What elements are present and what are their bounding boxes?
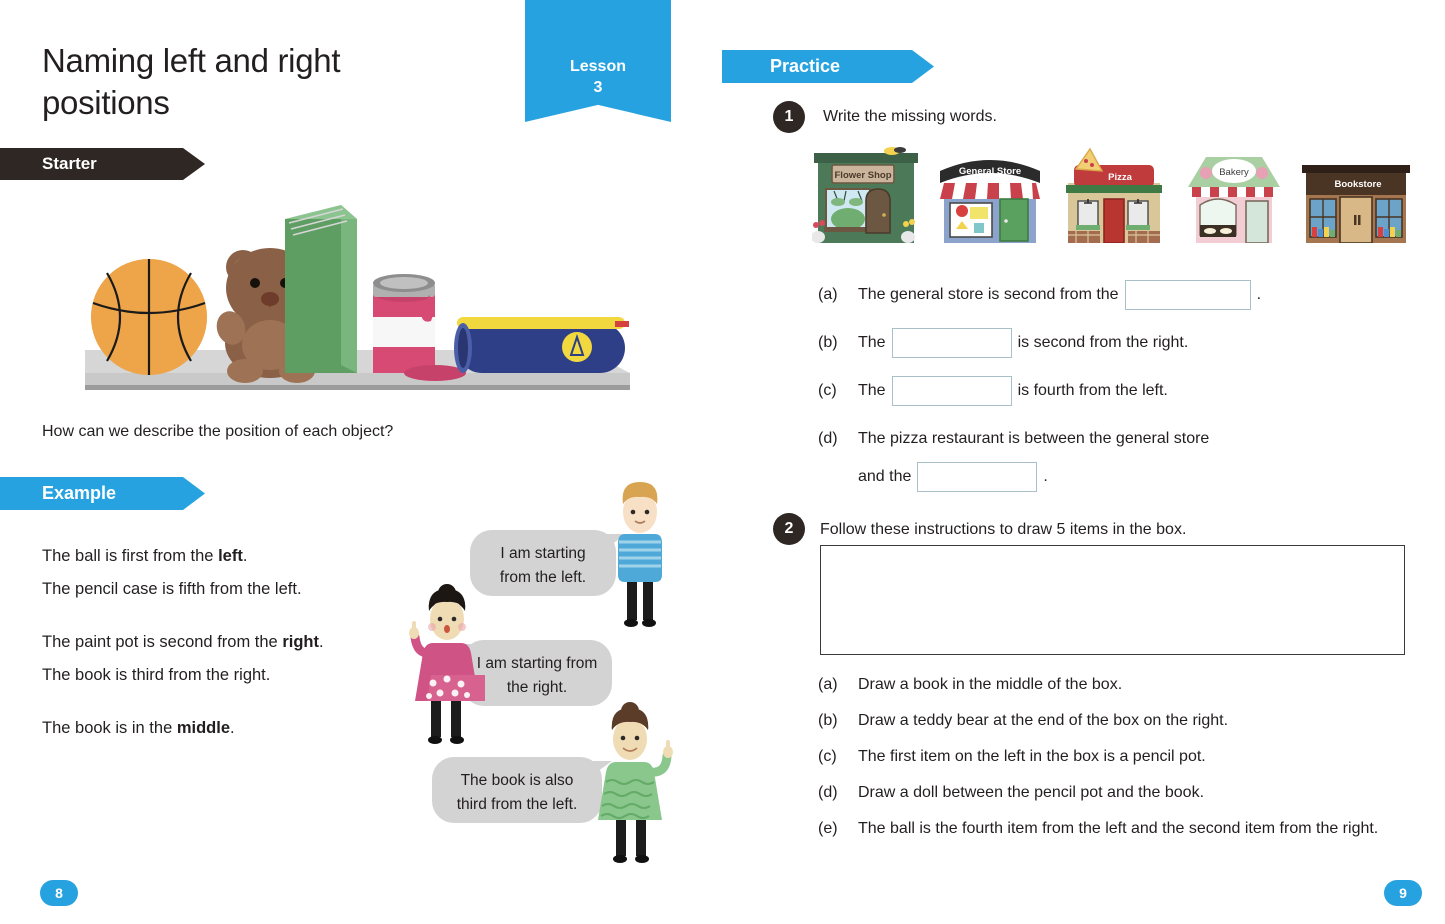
question-2-prompt: Follow these instructions to draw 5 item… xyxy=(820,521,1187,538)
shop-label-flower-shop: Flower Shop xyxy=(835,170,892,181)
part-label-b: (b) xyxy=(818,334,838,351)
part-c-text-before: The xyxy=(858,382,886,399)
instruction-c: (c) The first item on the left in the bo… xyxy=(818,744,1398,769)
lesson-ribbon-word: Lesson xyxy=(569,58,626,75)
instruction-text-d: Draw a doll between the pencil pot and t… xyxy=(858,784,1205,801)
example-line-1: The ball is first from the left. xyxy=(42,547,248,565)
part-label-a: (a) xyxy=(818,286,838,303)
shop-general-store: General Store xyxy=(936,145,1044,248)
instruction-text-c: The first item on the left in the box is… xyxy=(858,748,1206,765)
part-b-text-before: The xyxy=(858,334,886,351)
starter-banner: Starter xyxy=(0,148,205,180)
page-title: Naming left and right positions xyxy=(42,42,341,121)
question-1-part-c: (c) The is fourth from the left. xyxy=(818,374,1418,408)
instruction-label-b: (b) xyxy=(818,712,838,729)
question-2-instructions: (a) Draw a book in the middle of the box… xyxy=(818,672,1398,852)
example-spacer-1 xyxy=(42,606,462,626)
shop-label-bookstore: Bookstore xyxy=(1335,179,1382,190)
shop-bookstore: Bookstore xyxy=(1300,145,1412,248)
example-line-5: The book is in the middle. xyxy=(42,719,235,737)
shelf-objects-svg xyxy=(85,205,630,390)
answer-box-1a[interactable] xyxy=(1124,280,1251,310)
example-line-3: The paint pot is second from the right. xyxy=(42,633,324,651)
instruction-label-e: (e) xyxy=(818,820,838,837)
instruction-label-d: (d) xyxy=(818,784,838,801)
part-d-text-and-the: and the xyxy=(858,468,912,485)
instruction-text-b: Draw a teddy bear at the end of the box … xyxy=(858,712,1229,729)
example-spacer-2 xyxy=(42,692,462,712)
instruction-text-a: Draw a book in the middle of the box. xyxy=(858,676,1123,693)
part-d-second-line: and the . xyxy=(818,462,1418,492)
instruction-d: (d) Draw a doll between the pencil pot a… xyxy=(818,780,1398,805)
shop-label-bakery: Bakery xyxy=(1219,167,1249,178)
instruction-b: (b) Draw a teddy bear at the end of the … xyxy=(818,708,1398,733)
answer-box-1c[interactable] xyxy=(891,376,1012,406)
left-page: Naming left and right positions Lesson 3… xyxy=(0,0,722,924)
question-1-prompt: Write the missing words. xyxy=(823,108,997,125)
question-1-part-b: (b) The is second from the right. xyxy=(818,326,1418,360)
answer-box-1b[interactable] xyxy=(891,328,1012,358)
green-book-icon xyxy=(285,205,357,373)
speech-bubble-3: The book is also third from the left. xyxy=(432,757,612,823)
part-c-text-after: is fourth from the left. xyxy=(1017,382,1168,399)
shops-illustration-row: Flower Shop General Store Pizza Bakery B… xyxy=(811,145,1412,248)
question-1-number: 1 xyxy=(773,101,805,133)
workbook-spread: Naming left and right positions Lesson 3… xyxy=(0,0,1445,924)
child-illustration-boy xyxy=(605,478,675,633)
shop-flower-shop: Flower Shop xyxy=(811,145,920,248)
shop-label-pizza: Pizza xyxy=(1108,172,1132,183)
instruction-label-a: (a) xyxy=(818,676,838,693)
example-banner: Example xyxy=(0,477,205,510)
part-label-d: (d) xyxy=(818,430,838,447)
question-1-part-a: (a) The general store is second from the… xyxy=(818,278,1418,312)
lesson-ribbon-number: 3 xyxy=(593,79,603,96)
shop-bakery: Bakery xyxy=(1184,145,1284,248)
part-a-text-before: The general store is second from the xyxy=(858,286,1119,303)
example-line-4: The book is third from the right. xyxy=(42,666,271,684)
child-illustration-girl-pink xyxy=(405,583,493,753)
example-statements: The ball is first from the left. The pen… xyxy=(42,540,462,745)
part-d-text-before: The pizza restaurant is between the gene… xyxy=(858,430,1210,447)
example-line-2: The pencil case is fifth from the left. xyxy=(42,580,302,598)
practice-banner: Practice xyxy=(722,50,934,83)
starter-question: How can we describe the position of each… xyxy=(42,423,394,440)
basketball-icon xyxy=(91,259,207,375)
question-1-part-d: (d) The pizza restaurant is between the … xyxy=(818,422,1418,492)
instruction-text-e: The ball is the fourth item from the lef… xyxy=(858,820,1379,837)
page-number-right: 9 xyxy=(1384,880,1422,906)
page-number-left: 8 xyxy=(40,880,78,906)
part-a-text-after: . xyxy=(1256,286,1262,303)
part-label-c: (c) xyxy=(818,382,837,399)
part-b-text-after: is second from the right. xyxy=(1017,334,1189,351)
instruction-e: (e) The ball is the fourth item from the… xyxy=(818,816,1398,841)
question-2-number: 2 xyxy=(773,513,805,545)
lesson-ribbon: Lesson 3 xyxy=(525,0,671,122)
answer-box-1d[interactable] xyxy=(917,462,1038,492)
instruction-label-c: (c) xyxy=(818,748,837,765)
part-d-text-after: . xyxy=(1043,468,1048,485)
drawing-answer-box[interactable] xyxy=(820,545,1405,655)
starter-illustration xyxy=(85,195,630,400)
speech-bubble-1: I am starting from the left. xyxy=(470,530,626,596)
child-illustration-girl-green xyxy=(592,702,677,872)
shop-label-general-store: General Store xyxy=(959,166,1021,177)
shop-pizza: Pizza xyxy=(1060,145,1168,248)
pencil-case-icon xyxy=(454,317,629,373)
instruction-a: (a) Draw a book in the middle of the box… xyxy=(818,672,1398,697)
question-1-parts: (a) The general store is second from the… xyxy=(818,278,1418,492)
